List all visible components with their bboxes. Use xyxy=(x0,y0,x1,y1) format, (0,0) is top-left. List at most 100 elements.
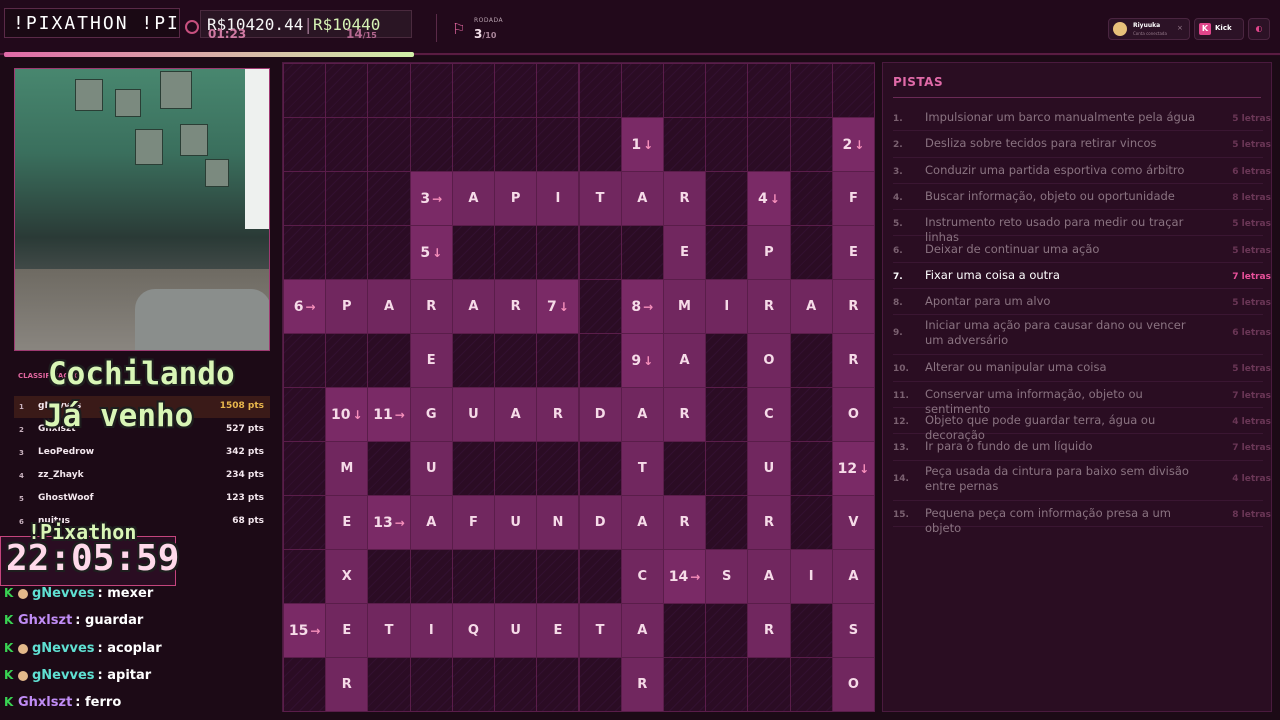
rank: 5 xyxy=(19,495,24,503)
empty-cell xyxy=(705,387,749,442)
clue-number: 11 xyxy=(373,406,393,423)
empty-cell xyxy=(283,333,327,388)
clue-number-cell: 12 ↓ xyxy=(831,441,875,496)
empty-cell xyxy=(451,225,496,280)
empty-cell xyxy=(789,495,833,550)
empty-cell xyxy=(494,441,538,496)
empty-cell xyxy=(578,279,622,334)
clue-text: Iniciar uma ação para causar dano ou ven… xyxy=(925,318,1186,348)
empty-cell xyxy=(578,657,622,712)
empty-cell xyxy=(325,171,369,226)
arrow-down-icon: ↓ xyxy=(859,461,870,476)
letter-cell: R xyxy=(662,171,707,226)
clue-number: 9 xyxy=(631,352,642,369)
letter-cell: P xyxy=(494,171,538,226)
close-icon[interactable]: × xyxy=(1177,24,1183,32)
clue-item[interactable]: 13. Ir para o fundo de um líquido 7 letras xyxy=(893,434,1271,461)
clue-item[interactable]: 1. Impulsionar um barco manualmente pela … xyxy=(893,105,1271,132)
letter-cell: C xyxy=(620,549,664,604)
clue-number: 4. xyxy=(893,192,903,203)
clue-number-cell: 14 → xyxy=(662,549,707,604)
clue-item[interactable]: 4. Buscar informação, objeto ou oportunid… xyxy=(893,184,1271,211)
letter-cell: V xyxy=(831,495,875,550)
letter-cell: E xyxy=(325,495,369,550)
question-total: /15 xyxy=(362,31,377,40)
clue-length: 4 letras xyxy=(1232,473,1271,484)
letter-cell: O xyxy=(747,333,791,388)
empty-cell xyxy=(705,171,749,226)
empty-cell xyxy=(451,441,496,496)
user-status: Conta conectada xyxy=(1133,31,1167,36)
empty-cell xyxy=(325,117,369,172)
clue-number-cell: 3 → xyxy=(409,171,453,226)
arrow-down-icon: ↓ xyxy=(352,407,363,422)
letter-cell: P xyxy=(747,225,791,280)
player-points: 1508 pts xyxy=(219,401,264,411)
theme-toggle-button[interactable]: ◐ xyxy=(1248,18,1270,40)
chat-feed: KgNevves: mexer K Ghxlszt: guardar KgNevv… xyxy=(0,586,280,720)
clue-item[interactable]: 10. Alterar ou manipular uma coisa 5 letra… xyxy=(893,355,1271,382)
clue-length: 5 letras xyxy=(1232,364,1271,375)
clue-length: 8 letras xyxy=(1232,192,1271,203)
kick-button[interactable]: K Kick xyxy=(1194,18,1244,40)
clue-number: 7. xyxy=(893,271,903,282)
clue-item[interactable]: 9. Iniciar uma ação para causar dano ou v… xyxy=(893,315,1271,356)
clue-number: 15 xyxy=(288,622,309,639)
kick-icon: K xyxy=(4,613,14,627)
letter-cell: T xyxy=(620,441,664,496)
clue-length: 5 letras xyxy=(1232,114,1271,124)
letter-cell: U xyxy=(409,441,453,496)
clue-item[interactable]: 2. Desliza sobre tecidos para retirar vin… xyxy=(893,131,1271,158)
letter-cell: R xyxy=(662,387,707,442)
header-separator xyxy=(436,14,437,42)
clue-item[interactable]: 14. Peça usada da cintura para baixo sem … xyxy=(893,461,1271,501)
clue-item[interactable]: 6. Deixar de continuar uma ação 5 letras xyxy=(893,237,1271,263)
clue-item[interactable]: 5. Instrumento reto usado para medir ou t… xyxy=(893,210,1271,244)
wall-poster xyxy=(75,79,103,111)
crown-badge-icon xyxy=(18,588,28,599)
empty-cell xyxy=(705,441,749,496)
empty-cell xyxy=(747,63,791,118)
user-account-pill[interactable]: Riyuuka Conta conectada × xyxy=(1108,18,1190,40)
letter-cell: O xyxy=(831,387,875,442)
clue-item[interactable]: 8. Apontar para um alvo 5 letras xyxy=(893,289,1271,316)
clue-number-cell: 7 ↓ xyxy=(536,279,580,334)
letter-cell: R xyxy=(747,603,791,658)
empty-cell xyxy=(283,117,327,172)
clue-item[interactable]: 3. Conduzir uma partida esportiva como ár… xyxy=(893,158,1271,184)
clue-item[interactable]: 12. Objeto que pode guardar terra, água o… xyxy=(893,408,1271,442)
clue-item[interactable]: 7. Fixar uma coisa a outra 7 letras xyxy=(893,263,1271,290)
letter-cell: A xyxy=(662,333,707,388)
empty-cell xyxy=(705,225,749,280)
clue-number: 12 xyxy=(837,460,858,477)
clue-number-cell: 10 ↓ xyxy=(325,387,369,442)
player-name: zz_Zhayk xyxy=(38,470,84,480)
rank: 1 xyxy=(19,403,24,411)
empty-cell xyxy=(705,495,749,550)
clue-number-cell: 4 ↓ xyxy=(747,171,791,226)
letter-cell: P xyxy=(325,279,369,334)
empty-cell xyxy=(620,225,664,280)
arrow-down-icon: ↓ xyxy=(432,245,443,260)
wall-poster xyxy=(180,124,208,156)
timer-progress-bar xyxy=(4,52,414,57)
kick-icon: K xyxy=(4,586,14,600)
player-points: 342 pts xyxy=(225,447,264,457)
letter-cell: R xyxy=(831,333,875,388)
empty-cell xyxy=(409,657,453,712)
empty-cell xyxy=(536,441,580,496)
clue-item[interactable]: 11. Conservar uma informação, objeto ou s… xyxy=(893,382,1271,416)
letter-cell: A xyxy=(367,279,411,334)
letter-cell: A xyxy=(620,387,664,442)
clue-number: 3 xyxy=(420,190,431,207)
clue-length: 6 letras xyxy=(1232,328,1271,339)
letter-cell: R xyxy=(325,657,369,712)
chat-text: ferro xyxy=(85,695,122,710)
letter-cell: G xyxy=(409,387,453,442)
empty-cell xyxy=(451,63,496,118)
arrow-down-icon: ↓ xyxy=(558,299,569,314)
clue-item[interactable]: 15. Pequena peça com informação presa a u… xyxy=(893,501,1271,535)
letter-cell: X xyxy=(325,549,369,604)
chat-message: K Ghxlszt: ferro xyxy=(4,695,122,710)
rank: 3 xyxy=(19,449,24,457)
